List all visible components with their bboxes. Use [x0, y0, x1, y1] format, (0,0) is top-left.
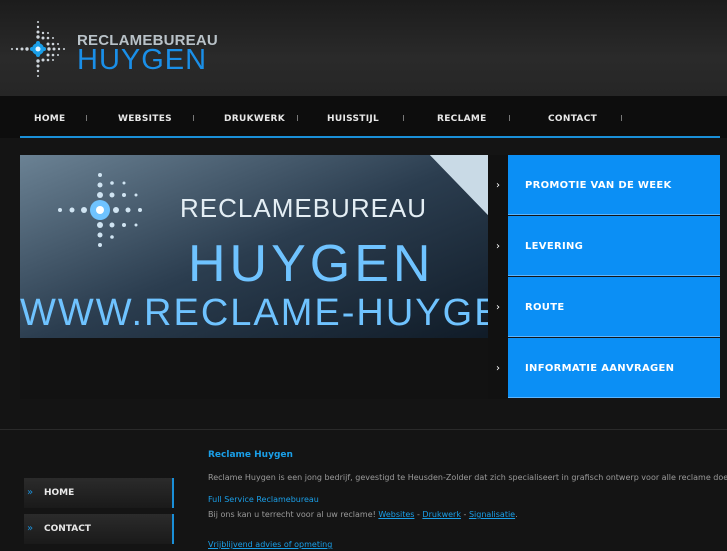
side-item-label: LEVERING	[508, 216, 720, 276]
link-signalisatie[interactable]: Signalisatie	[469, 510, 515, 519]
left-nav-contact[interactable]: » CONTACT	[24, 514, 174, 544]
side-item-label: INFORMATIE AANVRAGEN	[508, 338, 720, 398]
chevron-right-icon: ›	[488, 216, 508, 277]
side-item-label: ROUTE	[508, 277, 720, 337]
link-separator: -	[416, 510, 420, 519]
side-menu: › PROMOTIE VAN DE WEEK › LEVERING › ROUT…	[488, 155, 720, 399]
nav-separator	[297, 115, 298, 121]
content-title: Reclame Huygen	[208, 450, 293, 460]
nav-underline	[20, 136, 720, 138]
left-nav-label: CONTACT	[44, 524, 91, 534]
services-paragraph: Bij ons kan u terrecht voor al uw reclam…	[208, 509, 518, 521]
side-item-informatie[interactable]: › INFORMATIE AANVRAGEN	[488, 338, 720, 399]
nav-home[interactable]: HOME	[34, 96, 66, 138]
link-drukwerk[interactable]: Drukwerk	[422, 510, 461, 519]
hero-sign-image: RECLAMEBUREAU HUYGEN WWW.RECLAME-HUYGEN.…	[20, 155, 488, 399]
content-subtitle: Full Service Reclamebureau	[208, 495, 319, 504]
hero-banner: RECLAMEBUREAU HUYGEN WWW.RECLAME-HUYGEN.…	[20, 155, 488, 399]
nav-separator	[403, 115, 404, 121]
hero-text-line3: WWW.RECLAME-HUYGEN.N	[20, 292, 488, 334]
chevron-right-icon: ›	[488, 155, 508, 216]
chevron-right-icon: ›	[488, 277, 508, 338]
hero-text-line2: HUYGEN	[188, 235, 434, 293]
side-item-route[interactable]: › ROUTE	[488, 277, 720, 338]
sentence-end: .	[515, 510, 518, 519]
advies-link[interactable]: Vrijblijvend advies of opmeting	[208, 539, 332, 551]
nav-separator	[193, 115, 194, 121]
double-chevron-icon: »	[27, 487, 34, 498]
nav-separator	[86, 115, 87, 121]
logo[interactable]: RECLAMEBUREAU HUYGEN	[8, 18, 218, 80]
chevron-right-icon: ›	[488, 338, 508, 399]
logo-sparkle-icon	[11, 21, 65, 77]
nav-huisstijl[interactable]: HUISSTIJL	[327, 96, 379, 138]
services-text: Bij ons kan u terrecht voor al uw reclam…	[208, 510, 376, 519]
side-item-label: PROMOTIE VAN DE WEEK	[508, 155, 720, 215]
nav-contact[interactable]: CONTACT	[548, 96, 597, 138]
hero-text-line1: RECLAMEBUREAU	[180, 193, 427, 223]
side-item-levering[interactable]: › LEVERING	[488, 216, 720, 277]
left-nav-label: HOME	[44, 488, 75, 498]
nav-reclame[interactable]: RECLAME	[437, 96, 487, 138]
link-separator: -	[463, 510, 467, 519]
nav-separator	[621, 115, 622, 121]
nav-websites[interactable]: WEBSITES	[118, 96, 172, 138]
nav-drukwerk[interactable]: DRUKWERK	[224, 96, 285, 138]
link-websites[interactable]: Websites	[378, 510, 414, 519]
intro-paragraph: Reclame Huygen is een jong bedrijf, geve…	[208, 473, 727, 482]
logo-text-bottom: HUYGEN	[77, 44, 208, 76]
mid-band	[0, 399, 727, 429]
side-item-promotie[interactable]: › PROMOTIE VAN DE WEEK	[488, 155, 720, 216]
left-nav-home[interactable]: » HOME	[24, 478, 174, 508]
nav-separator	[509, 115, 510, 121]
section-divider	[0, 429, 727, 430]
double-chevron-icon: »	[27, 523, 34, 534]
